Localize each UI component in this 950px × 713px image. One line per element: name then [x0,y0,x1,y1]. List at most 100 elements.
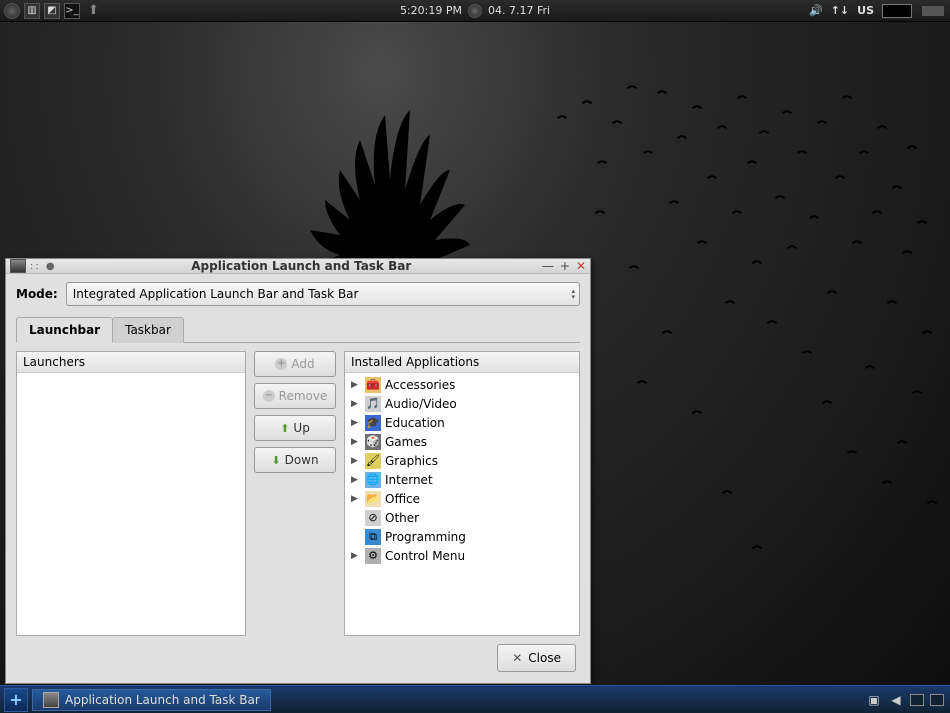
launchers-list[interactable]: Launchers [16,351,246,636]
wallpaper-bird [615,120,621,124]
keyboard-layout[interactable]: US [857,4,874,17]
wallpaper-bird [845,95,851,99]
up-button[interactable]: ⬆Up [254,415,336,441]
wallpaper-bird [820,120,826,124]
category-control-menu[interactable]: ▶⚙Control Menu [345,546,579,565]
category-education[interactable]: ▶🎓Education [345,413,579,432]
browser-icon[interactable]: ◩ [44,3,60,19]
wallpaper-bird [710,175,716,179]
remove-button[interactable]: −Remove [254,383,336,409]
category-accessories[interactable]: ▶🧰Accessories [345,375,579,394]
calendar-icon[interactable] [468,4,482,18]
wallpaper-bird [695,105,701,109]
wallpaper-bird [838,175,844,179]
applications-header: Installed Applications [345,352,579,373]
tray-arrow-icon[interactable]: ◀ [888,692,904,708]
show-desktop-button[interactable]: + [4,688,28,712]
category-icon: 🖌 [365,453,381,469]
wallpaper-bird [855,240,861,244]
category-graphics[interactable]: ▶ 🖌 Graphics [345,451,579,470]
applications-tree[interactable]: Installed Applications ▶🧰Accessories▶🎵Au… [344,351,580,636]
wallpaper-bird [805,350,811,354]
category-label: Graphics [385,454,438,468]
wallpaper-bird [755,260,761,264]
minimize-button[interactable]: — [542,259,554,273]
mode-combobox[interactable]: Integrated Application Launch Bar and Ta… [66,282,580,306]
tray-window-icon[interactable]: ▣ [866,692,882,708]
arrow-down-icon: ⬇ [271,454,280,467]
tab-launchbar[interactable]: Launchbar [16,317,113,343]
expand-icon: ▶ [351,494,361,504]
wallpaper-bird [660,90,666,94]
taskbar-entry[interactable]: Application Launch and Task Bar [32,689,271,711]
wallpaper-bird [905,250,911,254]
wallpaper-bird [812,215,818,219]
settings-window: :: ● Application Launch and Task Bar — +… [5,258,591,684]
category-programming[interactable]: ⧉Programming [345,527,579,546]
category-audio-video[interactable]: ▶ 🎵 Audio/Video [345,394,579,413]
category-label: Accessories [385,378,455,392]
expand-icon: ▶ [351,380,361,390]
wallpaper-bird [790,245,796,249]
close-button[interactable]: ✕ [576,259,586,273]
category-games[interactable]: ▶🎲Games [345,432,579,451]
wallpaper-bird [672,200,678,204]
wallpaper-bird [880,125,886,129]
desktop: ▥ ◩ >_ ⬆ 5:20:19 PM 04. 7.17 Fri 🔊 ↑↓ US… [0,0,950,713]
tab-row: Launchbar Taskbar [16,316,580,343]
category-label: Audio/Video [385,397,457,411]
volume-icon[interactable]: 🔊 [809,4,823,17]
wallpaper-bird [910,145,916,149]
network-icon[interactable]: ↑↓ [831,4,849,17]
category-icon: ⚙ [365,548,381,564]
wallpaper-bird [895,185,901,189]
workspace-2[interactable] [930,694,944,706]
file-manager-icon[interactable]: ▥ [24,3,40,19]
app-menu-icon[interactable] [4,3,20,19]
panel-expand-icon[interactable]: ⬆ [88,3,99,18]
titlebar[interactable]: :: ● Application Launch and Task Bar — +… [6,259,590,274]
category-icon: 🎓 [365,415,381,431]
mode-value: Integrated Application Launch Bar and Ta… [73,287,359,301]
terminal-icon[interactable]: >_ [64,3,80,19]
monitor-icon[interactable] [922,6,944,16]
category-label: Office [385,492,420,506]
wallpaper-bird [900,440,906,444]
category-other[interactable]: ⊘Other [345,508,579,527]
category-icon: 📂 [365,491,381,507]
category-label: Games [385,435,427,449]
taskbar-entry-label: Application Launch and Task Bar [65,693,260,707]
wallpaper-bird [925,330,931,334]
expand-icon: ▶ [351,418,361,428]
clock-time[interactable]: 5:20:19 PM [400,4,462,17]
arrow-up-icon: ⬆ [280,422,289,435]
maximize-button[interactable]: + [560,259,570,273]
wallpaper-bird [560,115,566,119]
category-icon: 🎲 [365,434,381,450]
clock-date[interactable]: 04. 7.17 Fri [488,4,550,17]
wallpaper-bird [778,195,784,199]
workspace-1[interactable] [910,694,924,706]
expand-icon: ▶ [351,399,361,409]
add-button[interactable]: +Add [254,351,336,377]
wallpaper-bird [600,160,606,164]
plus-icon: + [275,358,287,370]
category-icon: 🎵 [365,396,381,412]
category-office[interactable]: ▶ 📂 Office [345,489,579,508]
category-label: Other [385,511,419,525]
wallpaper-bird [750,160,756,164]
down-button[interactable]: ⬇Down [254,447,336,473]
battery-icon[interactable] [882,4,912,18]
close-x-icon: ✕ [512,651,522,665]
wallpaper-bird [785,110,791,114]
wallpaper-bird [630,85,636,89]
close-dialog-button[interactable]: ✕ Close [497,644,576,672]
expand-icon: ▶ [351,475,361,485]
wallpaper-bird [728,300,734,304]
window-title: Application Launch and Task Bar [61,259,542,273]
titlebar-grip: :: ● [30,261,57,272]
expand-icon: ▶ [351,456,361,466]
wallpaper-bird [800,150,806,154]
category-internet[interactable]: ▶🌐Internet [345,470,579,489]
tab-taskbar[interactable]: Taskbar [112,317,184,343]
